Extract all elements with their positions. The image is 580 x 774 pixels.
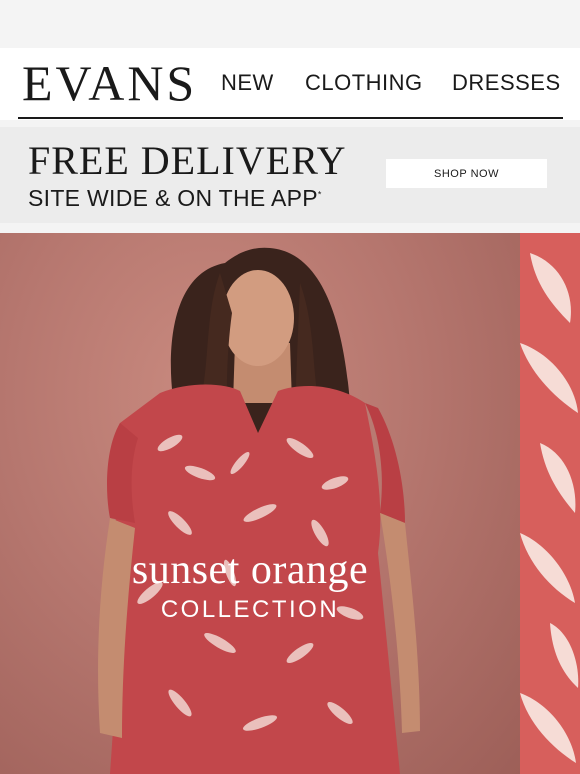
nav-clothing[interactable]: CLOTHING [305, 70, 423, 96]
hero-image[interactable] [0, 233, 520, 774]
top-spacer [0, 0, 580, 48]
evans-logo[interactable]: EVANS [22, 58, 197, 108]
model-illustration [98, 247, 420, 774]
promo-asterisk: * [317, 189, 322, 200]
nav-dresses[interactable]: DRESSES [452, 70, 561, 96]
site-header: EVANS NEW CLOTHING DRESSES [0, 48, 580, 120]
promo-title: FREE DELIVERY [28, 138, 347, 183]
print-swatch-panel [520, 233, 580, 774]
collection-subtitle: COLLECTION [160, 596, 340, 623]
promo-subtitle: SITE WIDE & ON THE APP* [28, 185, 322, 212]
header-divider [18, 117, 563, 119]
nav-new[interactable]: NEW [221, 70, 274, 96]
shop-now-button[interactable]: SHOP NOW [386, 159, 547, 188]
promo-subtitle-text: SITE WIDE & ON THE APP [28, 185, 318, 211]
leaf-print-illustration [520, 253, 579, 763]
free-delivery-banner[interactable]: FREE DELIVERY SITE WIDE & ON THE APP* SH… [0, 127, 580, 223]
collection-title: sunset orange [131, 547, 369, 593]
